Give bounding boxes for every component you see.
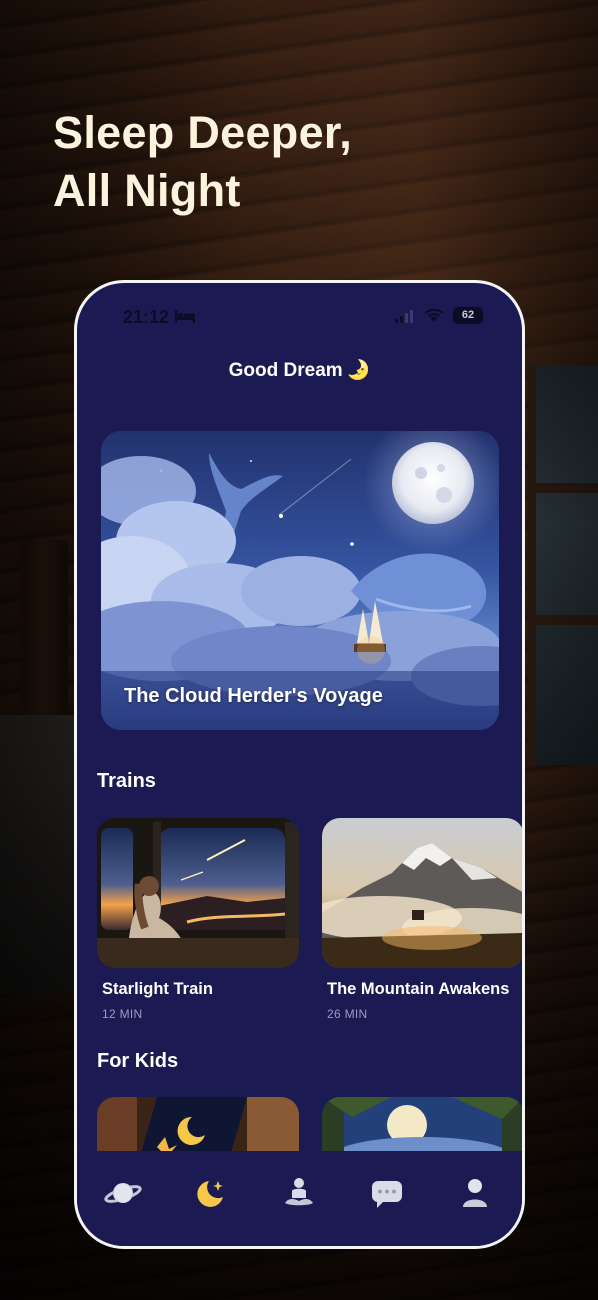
crescent-moon-icon: 🌛: [346, 360, 371, 381]
sleep-focus-icon: [175, 310, 195, 323]
tab-meditate[interactable]: [279, 1173, 319, 1213]
phone-frame: 21:12 62 Good Dream 🌛 The Cloud Herder's…: [74, 280, 525, 1249]
signal-icon: [395, 310, 413, 323]
mountain-illustration: [322, 818, 522, 968]
section-title-for-kids: For Kids: [97, 1050, 179, 1072]
wifi-icon: [424, 308, 444, 322]
tab-explore[interactable]: [103, 1173, 143, 1213]
app-title: Good Dream 🌛: [77, 358, 522, 382]
chat-bubble-icon: [372, 1181, 402, 1208]
story-thumbnail: [97, 818, 299, 968]
tab-sleep[interactable]: [191, 1173, 231, 1213]
moon-star-icon: [197, 1181, 223, 1207]
headline-line-2: All Night: [53, 165, 241, 216]
story-title: The Mountain Awakens: [327, 980, 510, 998]
story-title: Starlight Train: [102, 980, 213, 998]
profile-icon: [463, 1179, 487, 1207]
story-thumbnail: [322, 818, 522, 968]
status-bar: 21:12 62: [77, 283, 522, 353]
tab-chat[interactable]: [367, 1173, 407, 1213]
tab-bar: [77, 1151, 522, 1246]
story-duration: 12 MIN: [102, 1007, 143, 1021]
meditation-icon: [285, 1178, 313, 1206]
app-title-text: Good Dream: [228, 360, 343, 381]
planet-icon: [104, 1183, 142, 1203]
tab-profile[interactable]: [455, 1173, 495, 1213]
story-card-mountain-awakens[interactable]: The Mountain Awakens 26 MIN: [322, 818, 522, 1021]
promo-headline: Sleep Deeper, All Night: [53, 104, 503, 220]
train-window-illustration: [97, 818, 299, 968]
story-duration: 26 MIN: [327, 1007, 368, 1021]
battery-indicator: 62: [453, 307, 483, 324]
status-time: 21:12: [123, 307, 170, 327]
story-card-starlight-train[interactable]: Starlight Train 12 MIN: [97, 818, 299, 1021]
section-title-trains: Trains: [97, 770, 156, 792]
featured-story-title: The Cloud Herder's Voyage: [124, 685, 383, 707]
featured-story-card[interactable]: The Cloud Herder's Voyage: [101, 431, 499, 730]
headline-line-1: Sleep Deeper,: [53, 107, 353, 158]
